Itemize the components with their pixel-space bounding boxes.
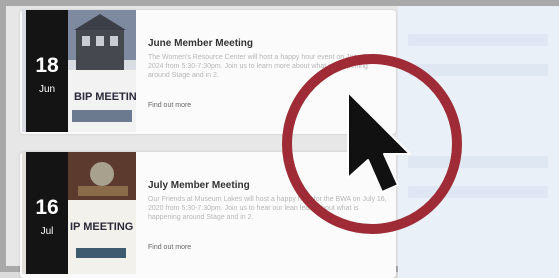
cursor-arrow-icon: [347, 91, 411, 193]
cursor-highlight-overlay: [282, 54, 462, 234]
